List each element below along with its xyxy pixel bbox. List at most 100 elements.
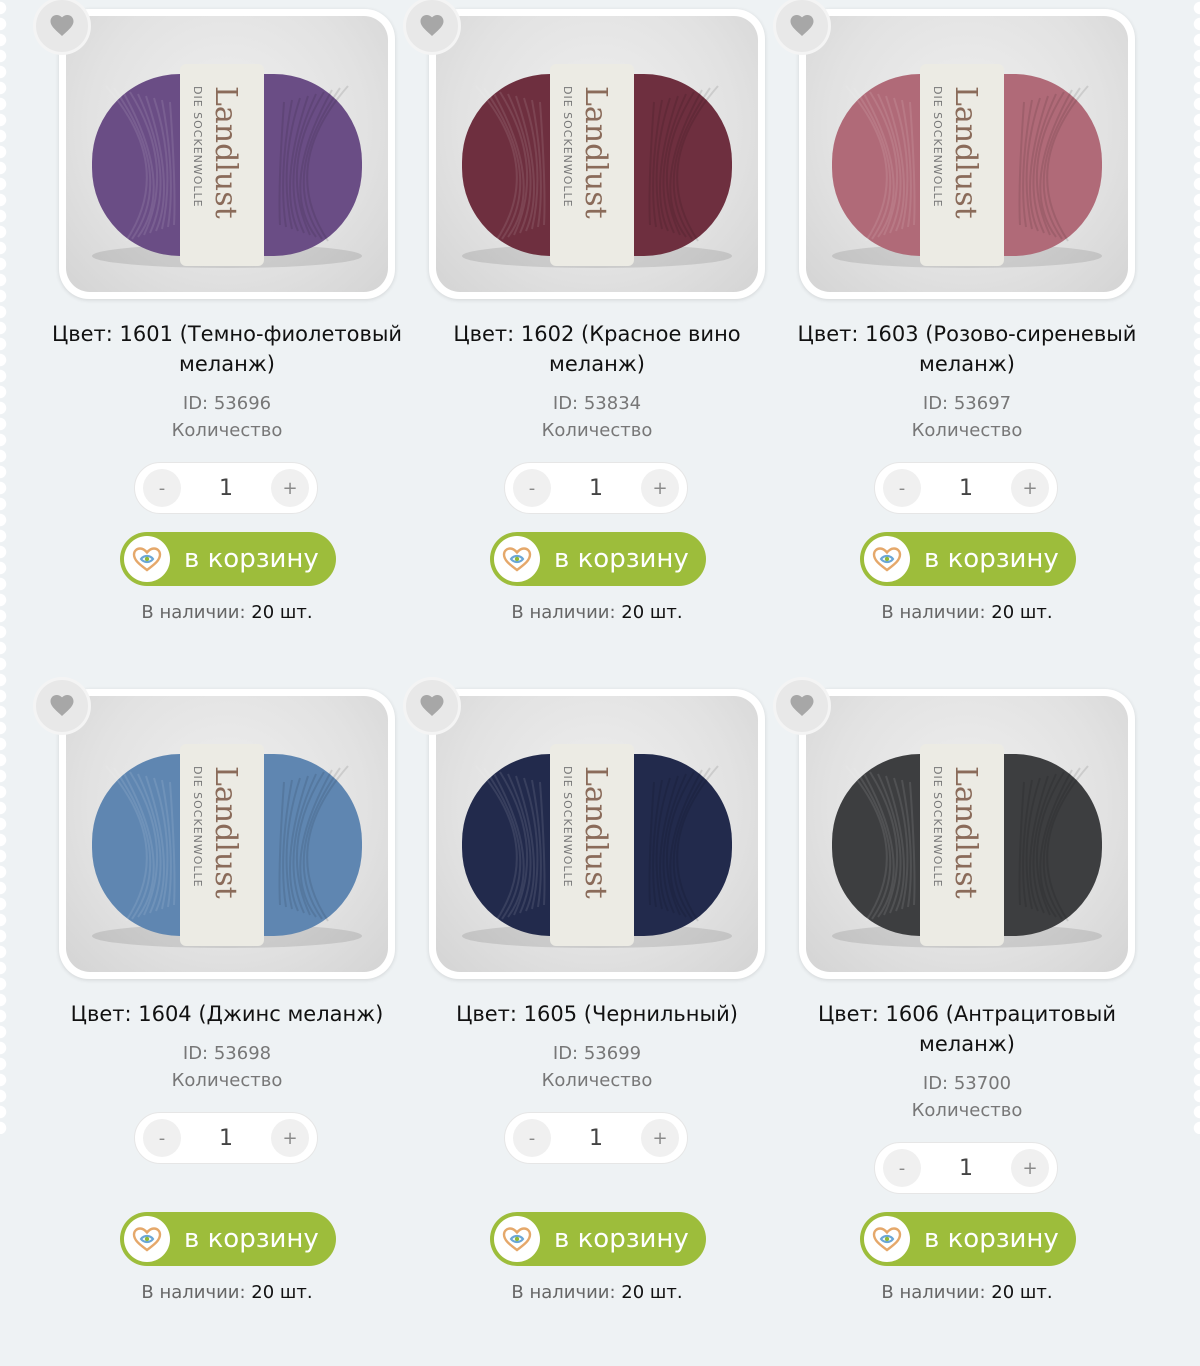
heart-icon <box>50 15 74 36</box>
svg-text:DIE SOCKENWOLLE: DIE SOCKENWOLLE <box>191 86 204 208</box>
quantity-stepper: - 1 + <box>504 462 688 514</box>
heart-icon <box>790 15 814 36</box>
quantity-label: Количество <box>541 1070 653 1091</box>
yarn-skein-image: Landlust DIE SOCKENWOLLE <box>462 64 732 268</box>
heart-icon <box>790 695 814 716</box>
stock-label: В наличии: <box>511 1282 616 1303</box>
product-id: ID: 53698 <box>182 1043 272 1064</box>
add-to-cart-button[interactable]: в корзину <box>860 532 1076 586</box>
decrement-button[interactable]: - <box>513 1119 551 1157</box>
page-edge-left <box>0 0 14 1134</box>
quantity-value[interactable]: 1 <box>589 476 603 501</box>
decrement-button[interactable]: - <box>513 469 551 507</box>
quantity-value[interactable]: 1 <box>589 1126 603 1151</box>
quantity-value[interactable]: 1 <box>219 476 233 501</box>
product-title[interactable]: Цвет: 1601 (Темно-фиолетовый меланж) <box>42 319 412 379</box>
stock-value: 20 шт. <box>621 602 683 623</box>
decrement-button[interactable]: - <box>883 469 921 507</box>
increment-button[interactable]: + <box>271 1119 309 1157</box>
quantity-value[interactable]: 1 <box>219 1126 233 1151</box>
quantity-value[interactable]: 1 <box>959 1156 973 1181</box>
heart-icon <box>420 15 444 36</box>
decrement-button[interactable]: - <box>883 1149 921 1187</box>
svg-text:DIE SOCKENWOLLE: DIE SOCKENWOLLE <box>561 766 574 888</box>
favorite-button[interactable] <box>36 0 88 52</box>
svg-text:Landlust: Landlust <box>578 766 613 899</box>
stock-label: В наличии: <box>511 602 616 623</box>
yarn-heart-logo-icon <box>864 1216 910 1262</box>
stock-label: В наличии: <box>141 602 246 623</box>
product-grid: Landlust DIE SOCKENWOLLE Цвет: 1601 (Темн… <box>36 0 1152 1366</box>
page-edge-right <box>1186 0 1200 1134</box>
svg-text:Landlust: Landlust <box>208 86 243 219</box>
quantity-label: Количество <box>171 1070 283 1091</box>
add-to-cart-button[interactable]: в корзину <box>120 532 336 586</box>
product-title[interactable]: Цвет: 1603 (Розово-сиреневый меланж) <box>782 319 1152 379</box>
add-to-cart-button[interactable]: в корзину <box>860 1212 1076 1266</box>
increment-button[interactable]: + <box>1011 1149 1049 1187</box>
favorite-button[interactable] <box>36 680 88 732</box>
product-id: ID: 53834 <box>552 393 642 414</box>
quantity-label: Количество <box>541 420 653 441</box>
product-image-frame[interactable]: Landlust DIE SOCKENWOLLE <box>59 689 395 979</box>
svg-text:DIE SOCKENWOLLE: DIE SOCKENWOLLE <box>191 766 204 888</box>
add-to-cart-button[interactable]: в корзину <box>120 1212 336 1266</box>
increment-button[interactable]: + <box>641 1119 679 1157</box>
stock-info: В наличии: 20 шт. <box>412 1282 782 1303</box>
add-to-cart-label: в корзину <box>924 544 1059 574</box>
product-id: ID: 53696 <box>182 393 272 414</box>
yarn-skein-image: Landlust DIE SOCKENWOLLE <box>832 744 1102 948</box>
product-id: ID: 53700 <box>922 1073 1012 1094</box>
favorite-button[interactable] <box>776 680 828 732</box>
product-id: ID: 53699 <box>552 1043 642 1064</box>
product-card: Landlust DIE SOCKENWOLLE Цвет: 1602 (Крас… <box>406 0 782 686</box>
product-image-frame[interactable]: Landlust DIE SOCKENWOLLE <box>799 9 1135 299</box>
stock-value: 20 шт. <box>251 1282 313 1303</box>
yarn-heart-logo-icon <box>864 536 910 582</box>
svg-text:Landlust: Landlust <box>948 86 983 219</box>
quantity-stepper: - 1 + <box>134 1112 318 1164</box>
favorite-button[interactable] <box>406 680 458 732</box>
quantity-stepper: - 1 + <box>504 1112 688 1164</box>
increment-button[interactable]: + <box>1011 469 1049 507</box>
increment-button[interactable]: + <box>271 469 309 507</box>
stock-info: В наличии: 20 шт. <box>42 1282 412 1303</box>
stock-label: В наличии: <box>881 602 986 623</box>
add-to-cart-button[interactable]: в корзину <box>490 532 706 586</box>
increment-button[interactable]: + <box>641 469 679 507</box>
add-to-cart-label: в корзину <box>924 1224 1059 1254</box>
product-title[interactable]: Цвет: 1606 (Антрацитовый меланж) <box>782 999 1152 1059</box>
svg-text:DIE SOCKENWOLLE: DIE SOCKENWOLLE <box>931 766 944 888</box>
svg-text:DIE SOCKENWOLLE: DIE SOCKENWOLLE <box>561 86 574 208</box>
product-image-frame[interactable]: Landlust DIE SOCKENWOLLE <box>799 689 1135 979</box>
product-card: Landlust DIE SOCKENWOLLE Цвет: 1606 (Антр… <box>776 680 1152 1366</box>
yarn-heart-logo-icon <box>494 1216 540 1262</box>
yarn-heart-logo-icon <box>494 536 540 582</box>
decrement-button[interactable]: - <box>143 1119 181 1157</box>
decrement-button[interactable]: - <box>143 469 181 507</box>
product-card: Landlust DIE SOCKENWOLLE Цвет: 1603 (Розо… <box>776 0 1152 686</box>
add-to-cart-button[interactable]: в корзину <box>490 1212 706 1266</box>
product-image-frame[interactable]: Landlust DIE SOCKENWOLLE <box>429 689 765 979</box>
product-card: Landlust DIE SOCKENWOLLE Цвет: 1604 (Джин… <box>36 680 412 1366</box>
product-title[interactable]: Цвет: 1604 (Джинс меланж) <box>42 999 412 1029</box>
yarn-skein-image: Landlust DIE SOCKENWOLLE <box>462 744 732 948</box>
stock-value: 20 шт. <box>621 1282 683 1303</box>
svg-text:Landlust: Landlust <box>948 766 983 899</box>
product-card: Landlust DIE SOCKENWOLLE Цвет: 1601 (Темн… <box>36 0 412 686</box>
product-image-frame[interactable]: Landlust DIE SOCKENWOLLE <box>59 9 395 299</box>
product-image-frame[interactable]: Landlust DIE SOCKENWOLLE <box>429 9 765 299</box>
yarn-skein-image: Landlust DIE SOCKENWOLLE <box>92 64 362 268</box>
heart-icon <box>420 695 444 716</box>
product-title[interactable]: Цвет: 1605 (Чернильный) <box>412 999 782 1029</box>
stock-label: В наличии: <box>881 1282 986 1303</box>
product-title[interactable]: Цвет: 1602 (Красное вино меланж) <box>412 319 782 379</box>
stock-info: В наличии: 20 шт. <box>412 602 782 623</box>
stock-info: В наличии: 20 шт. <box>782 1282 1152 1303</box>
favorite-button[interactable] <box>406 0 458 52</box>
favorite-button[interactable] <box>776 0 828 52</box>
quantity-label: Количество <box>911 420 1023 441</box>
quantity-stepper: - 1 + <box>134 462 318 514</box>
quantity-value[interactable]: 1 <box>959 476 973 501</box>
product-id: ID: 53697 <box>922 393 1012 414</box>
